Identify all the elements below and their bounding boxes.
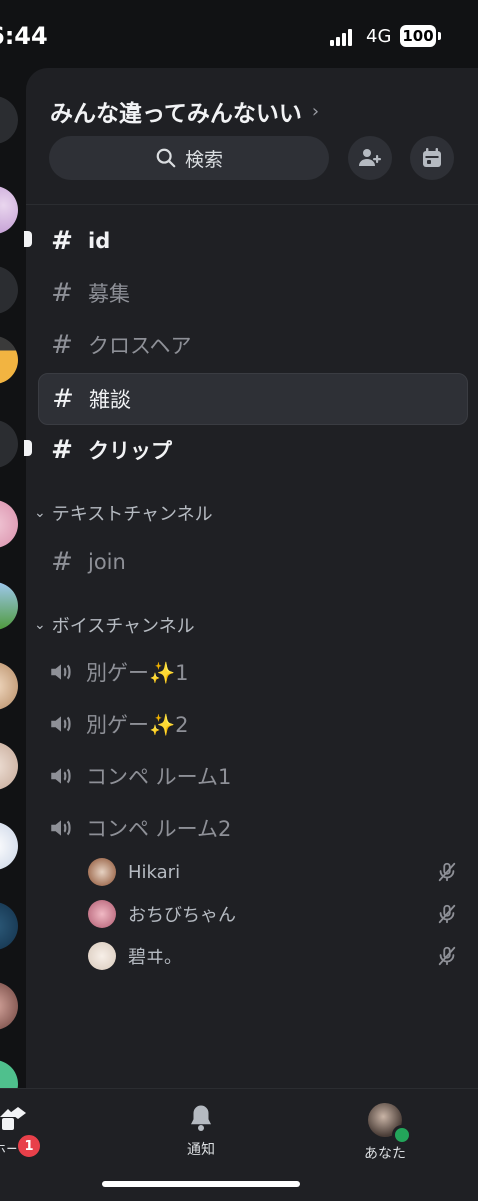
tab-home[interactable]: ホーム 1 — [0, 1103, 42, 1159]
unread-indicator — [24, 231, 32, 247]
channel-id[interactable]: # id — [24, 217, 466, 265]
avatar — [88, 942, 116, 970]
server-icon[interactable] — [0, 982, 18, 1030]
online-status — [392, 1125, 412, 1145]
tab-you[interactable]: あなた — [364, 1103, 412, 1163]
tab-notifications[interactable]: 通知 — [186, 1103, 216, 1159]
hash-icon: # — [51, 226, 73, 256]
channel-name: クリップ — [88, 439, 172, 463]
speaker-icon — [51, 664, 71, 680]
search-icon — [156, 148, 176, 168]
server-icon[interactable] — [0, 186, 18, 234]
hash-icon: # — [51, 278, 73, 308]
voice-channel-2[interactable]: 別ゲー✨2 — [38, 702, 466, 746]
speaker-icon — [51, 820, 71, 836]
server-icon[interactable] — [0, 1060, 18, 1088]
hash-icon: # — [51, 330, 73, 360]
avatar-icon — [368, 1103, 412, 1145]
channel-name: id — [88, 229, 111, 253]
voice-member[interactable]: Hikari — [88, 854, 458, 890]
home-icon — [0, 1107, 26, 1130]
events-button[interactable] — [410, 136, 454, 180]
chevron-right-icon: › — [311, 100, 320, 122]
channel-name: 雑談 — [89, 388, 131, 412]
channel-zatsudan[interactable]: # 雑談 — [38, 373, 468, 425]
category-text[interactable]: ⌄ テキストチャンネル — [34, 500, 213, 526]
mic-muted-icon — [438, 904, 456, 924]
channel-clip[interactable]: # クリップ — [24, 426, 466, 474]
server-name: みんな違ってみんないい — [50, 101, 302, 127]
hash-icon: # — [51, 435, 73, 465]
signal-icon — [330, 28, 352, 46]
chevron-down-icon: ⌄ — [34, 617, 46, 633]
voice-channel-name: コンペ ルーム2 — [86, 817, 232, 841]
hash-icon: # — [51, 547, 73, 577]
notification-badge: 1 — [16, 1133, 42, 1159]
unread-indicator — [24, 440, 32, 456]
member-name: Hikari — [128, 861, 181, 883]
search-label: 検索 — [184, 148, 223, 171]
network-type: 4G — [366, 26, 392, 47]
channel-name: クロスヘア — [88, 334, 192, 358]
server-icon[interactable] — [0, 662, 18, 710]
voice-channel-3[interactable]: コンペ ルーム1 — [38, 754, 466, 798]
speaker-icon — [51, 768, 71, 784]
category-label: テキストチャンネル — [51, 504, 213, 525]
voice-channel-1[interactable]: 別ゲー✨1 — [38, 650, 466, 694]
battery-icon: 100 — [400, 25, 436, 47]
member-name: おちびちゃん — [128, 905, 236, 926]
server-icon[interactable] — [0, 822, 18, 870]
channel-crosshair[interactable]: # クロスヘア — [38, 321, 466, 369]
mic-muted-icon — [438, 862, 456, 882]
server-icon[interactable] — [0, 500, 18, 548]
server-icon[interactable] — [0, 336, 18, 384]
calendar-icon — [423, 148, 441, 167]
server-icon[interactable] — [0, 902, 18, 950]
channel-join[interactable]: # join — [38, 538, 466, 586]
avatar — [88, 900, 116, 928]
battery-tip — [438, 32, 441, 40]
server-icon[interactable] — [0, 420, 18, 468]
chevron-down-icon: ⌄ — [34, 505, 46, 521]
server-name-button[interactable]: みんな違ってみんないい › — [50, 94, 319, 128]
category-voice[interactable]: ⌄ ボイスチャンネル — [34, 612, 195, 638]
invite-button[interactable] — [348, 136, 392, 180]
bell-icon — [191, 1105, 211, 1131]
add-member-icon — [359, 149, 381, 166]
search-button[interactable]: 検索 — [49, 136, 329, 180]
status-bar: 6:44 4G 100 — [0, 0, 478, 70]
mic-muted-icon — [438, 946, 456, 966]
voice-member[interactable]: おちびちゃん — [88, 896, 458, 932]
voice-channel-name: 別ゲー✨1 — [86, 661, 189, 685]
server-icon[interactable] — [0, 742, 18, 790]
server-rail[interactable] — [0, 70, 26, 1088]
channel-name: 募集 — [88, 282, 130, 306]
home-indicator — [102, 1181, 300, 1187]
channel-panel: みんな違ってみんないい › 検索 # id # 募集 # クロスヘア # 雑談 … — [24, 68, 478, 1088]
speaker-icon — [51, 716, 71, 732]
voice-channel-name: 別ゲー✨2 — [86, 713, 189, 737]
server-icon[interactable] — [0, 96, 18, 144]
tab-label: あなた — [364, 1146, 406, 1162]
header-divider — [26, 204, 478, 205]
member-name: 碧ヰ。 — [128, 947, 182, 968]
status-time: 6:44 — [0, 22, 48, 50]
voice-channel-4[interactable]: コンペ ルーム2 — [38, 806, 466, 850]
server-icon[interactable] — [0, 582, 18, 630]
hash-icon: # — [52, 384, 74, 414]
voice-channel-name: コンペ ルーム1 — [86, 765, 232, 789]
tab-label: 通知 — [187, 1142, 215, 1158]
server-icon[interactable] — [0, 266, 18, 314]
channel-boshu[interactable]: # 募集 — [38, 269, 466, 317]
category-label: ボイスチャンネル — [51, 616, 195, 637]
channel-name: join — [88, 550, 126, 574]
avatar — [88, 858, 116, 886]
voice-member[interactable]: 碧ヰ。 — [88, 938, 458, 974]
